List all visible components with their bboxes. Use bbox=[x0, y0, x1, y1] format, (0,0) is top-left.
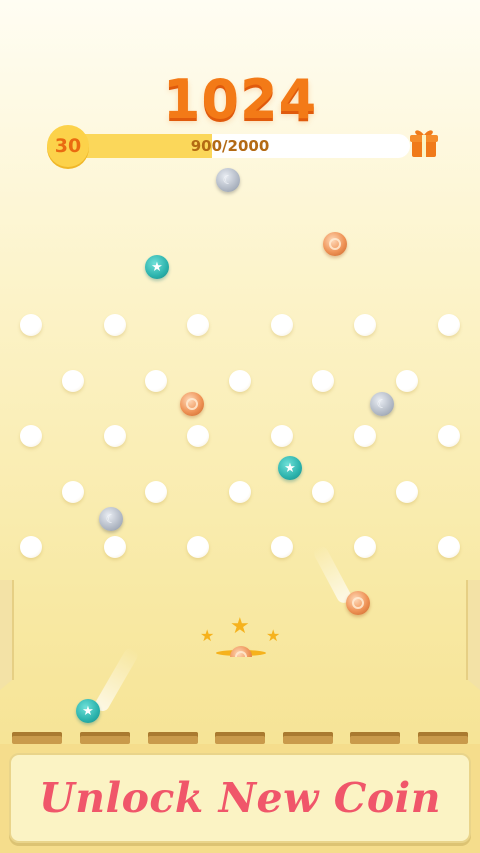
moon-icon: ☾ bbox=[376, 397, 388, 411]
peg bbox=[20, 425, 42, 447]
teal-coin: ★ bbox=[278, 456, 302, 480]
coin-slot bbox=[80, 732, 130, 744]
coin-slot bbox=[12, 732, 62, 744]
bronze-coin bbox=[346, 591, 370, 615]
level-progress-bar: 900/2000 bbox=[50, 134, 410, 158]
peg bbox=[438, 314, 460, 336]
moon-icon: ☾ bbox=[222, 173, 234, 187]
peg bbox=[104, 314, 126, 336]
peg bbox=[62, 481, 84, 503]
peg bbox=[62, 370, 84, 392]
sparkle-star-icon: ★ bbox=[200, 626, 215, 645]
star-icon: ★ bbox=[151, 259, 163, 275]
level-progress-text: 900/2000 bbox=[190, 137, 270, 155]
silver-coin: ☾ bbox=[216, 168, 240, 192]
silver-coin: ☾ bbox=[370, 392, 394, 416]
peg bbox=[145, 370, 167, 392]
unlock-new-coin-button[interactable]: Unlock New Coin bbox=[9, 753, 471, 843]
teal-coin: ★ bbox=[76, 699, 100, 723]
right-wall bbox=[466, 580, 480, 690]
peg bbox=[271, 425, 293, 447]
peg bbox=[229, 370, 251, 392]
peg bbox=[354, 536, 376, 558]
gift-icon[interactable] bbox=[408, 127, 440, 159]
level-badge: 30 bbox=[47, 125, 89, 167]
teal-coin: ★ bbox=[145, 255, 169, 279]
peg bbox=[312, 481, 334, 503]
peg bbox=[104, 536, 126, 558]
bronze-coin bbox=[180, 392, 204, 416]
silver-coin: ☾ bbox=[99, 507, 123, 531]
star-icon: ★ bbox=[82, 703, 94, 719]
peg bbox=[312, 370, 334, 392]
score-counter: 1024 bbox=[162, 68, 318, 131]
coin-slot bbox=[418, 732, 468, 744]
peg bbox=[104, 425, 126, 447]
peg bbox=[271, 314, 293, 336]
peg bbox=[438, 425, 460, 447]
sparkle-star-icon: ★ bbox=[230, 614, 250, 639]
coin-slot bbox=[148, 732, 198, 744]
bronze-coin bbox=[323, 232, 347, 256]
peg bbox=[354, 314, 376, 336]
peg bbox=[187, 536, 209, 558]
peg bbox=[187, 425, 209, 447]
coin-slot bbox=[283, 732, 333, 744]
sparkle-star-icon: ★ bbox=[266, 626, 281, 645]
coin-slot bbox=[350, 732, 400, 744]
peg bbox=[20, 314, 42, 336]
peg bbox=[145, 481, 167, 503]
coin-trail bbox=[92, 645, 141, 714]
bronze-coin bbox=[230, 646, 252, 657]
star-icon: ★ bbox=[284, 460, 296, 476]
peg bbox=[20, 536, 42, 558]
peg bbox=[187, 314, 209, 336]
left-wall bbox=[0, 580, 14, 690]
peg bbox=[354, 425, 376, 447]
peg bbox=[396, 370, 418, 392]
peg bbox=[271, 536, 293, 558]
coin-slot bbox=[215, 732, 265, 744]
peg bbox=[438, 536, 460, 558]
peg bbox=[229, 481, 251, 503]
peg bbox=[396, 481, 418, 503]
moon-icon: ☾ bbox=[105, 512, 117, 526]
